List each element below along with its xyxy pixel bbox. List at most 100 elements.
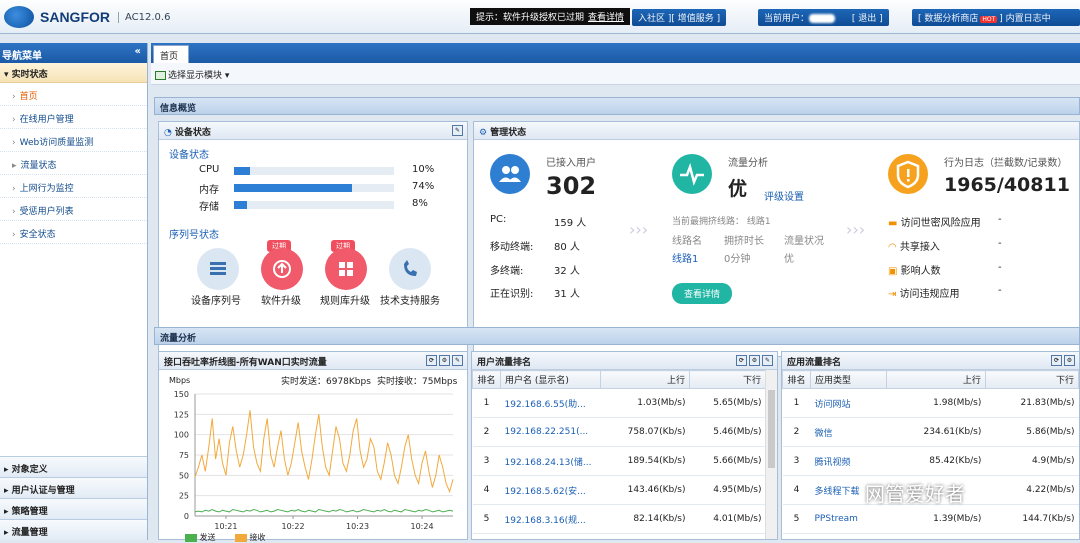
sidebar-item-punished-users[interactable]: › 受惩用户列表 [0,198,147,221]
collapse-icon[interactable]: « [135,46,141,57]
sidebar-item-home[interactable]: › 首页 [0,83,147,106]
wrench-icon[interactable]: ✎ [762,355,773,366]
tab-home[interactable]: 首页 [153,45,189,63]
name-cell[interactable]: 192.168.5.62(安... [500,475,601,505]
col-upload[interactable]: 上行 [600,370,690,389]
user-rank-row[interactable]: 4 192.168.5.62(安... 143.46(Kb/s) 4.95(Mb/s) [472,475,766,505]
wrench-icon[interactable]: ✎ [452,125,463,136]
data-store-link[interactable]: [ 数据分析商店 [918,14,978,24]
rules-upgrade-icon[interactable] [325,248,367,290]
name-cell[interactable]: 192.168.22.251(... [500,417,601,447]
upload-cell: 85.42(Kb/s) [886,446,986,476]
download-cell: 144.7(Kb/s) [985,504,1079,534]
user-rank-row[interactable]: 1 192.168.6.55(助... 1.03(Mb/s) 5.65(Mb/s) [472,388,766,418]
rules-upgrade-label: 规则库升级 [320,296,370,307]
section-realtime-status[interactable]: ▾ 实时状态 [0,63,147,83]
col-username[interactable]: 用户名 (显示名) [500,370,601,389]
line-name-header: 线路名 [672,236,702,247]
section-info: 信息概览 [154,97,1080,115]
name-cell[interactable]: 192.168.6.55(助... [500,388,601,418]
user-rank-table: 排名 用户名 (显示名) 上行 下行 1 192.168.6.55(助... 1.0… [472,370,767,534]
users-icon [490,154,530,194]
settings-icon[interactable]: ⚙ [749,355,760,366]
logout-link[interactable]: [ 退出 ] [852,14,883,24]
user-rank-row[interactable]: 2 192.168.22.251(... 758.07(Kb/s) 5.46(Mb/s… [472,417,766,447]
wrench-icon[interactable]: ✎ [452,355,463,366]
col-rank[interactable]: 排名 [472,370,501,389]
violation-value: - [998,285,1002,296]
sidebar-item-web-quality[interactable]: › Web访问质量监测 [0,129,147,152]
name-cell[interactable]: 192.168.24.13(储... [500,446,601,476]
name-cell[interactable]: PPStream [810,504,887,534]
support-icon[interactable] [389,248,431,290]
community-links-text[interactable]: 入社区 ][ 增值服务 ] [638,14,720,24]
software-upgrade-icon[interactable] [261,248,303,290]
group-object-definition[interactable]: ▸ 对象定义 [0,456,147,477]
app-rank-row[interactable]: 5 PPStream 1.39(Mb/s) 144.7(Kb/s) [782,504,1079,534]
settings-icon[interactable]: ⚙ [1064,355,1075,366]
name-cell[interactable]: 微信 [810,417,887,447]
group-policy[interactable]: ▸ 策略管理 [0,498,147,519]
sidebar-item-security[interactable]: › 安全状态 [0,221,147,244]
upload-cell: 82.14(Kb/s) [600,504,690,534]
identifying-value: 31 人 [554,289,580,300]
user-name-blurred [809,14,836,23]
y-tick-label: 0 [184,512,189,521]
risk-app-row: ▬ 访问世密风险应用 [888,214,981,229]
col-rank[interactable]: 排名 [782,370,811,389]
sidebar-item-traffic-status[interactable]: ▸ 流量状态 [0,152,147,175]
refresh-icon[interactable]: ⟳ [1051,355,1062,366]
notice-details-link[interactable]: 查看详情 [588,13,624,23]
settings-icon[interactable]: ⚙ [439,355,450,366]
app-rank-row[interactable]: 1 访问网站 1.98(Mb/s) 21.83(Mb/s) [782,388,1079,418]
module-icon [155,71,166,80]
identifying-label: 正在识别: [490,289,534,300]
app-rank-row[interactable]: 2 微信 234.61(Kb/s) 5.86(Mb/s) [782,417,1079,447]
chevron-right-icon: ››› [846,220,866,239]
group-user-auth[interactable]: ▸ 用户认证与管理 [0,477,147,498]
current-user-label: 当前用户： [764,14,810,24]
name-cell[interactable]: 腾讯视频 [810,446,887,476]
download-cell: 5.66(Mb/s) [689,446,766,476]
download-cell: 4.22(Mb/s) [985,475,1079,505]
serial-icon[interactable] [197,248,239,290]
refresh-icon[interactable]: ⟳ [736,355,747,366]
col-download[interactable]: 下行 [984,370,1080,389]
name-cell[interactable]: 192.168.3.16(规... [500,504,601,534]
legend-receive-swatch [235,533,247,542]
refresh-icon[interactable]: ⟳ [426,355,437,366]
view-details-button[interactable]: 查看详情 [672,283,733,304]
community-links[interactable]: 入社区 ][ 增值服务 ] [632,9,727,26]
mobile-label: 移动终端: [490,242,534,253]
col-upload[interactable]: 上行 [886,370,986,389]
sidebar-item-online-users[interactable]: › 在线用户管理 [0,106,147,129]
line-name-link[interactable]: 线路1 [672,250,698,265]
sidebar-item-behavior-monitor[interactable]: › 上网行为监控 [0,175,147,198]
y-tick-label: 75 [179,451,189,460]
select-module-dropdown[interactable]: 选择显示模块 ▾ [168,71,229,81]
download-cell: 21.83(Mb/s) [985,388,1079,418]
user-rank-scrollbar[interactable] [765,370,777,539]
app-rank-row[interactable]: 3 腾讯视频 85.42(Kb/s) 4.9(Mb/s) [782,446,1079,476]
store-links[interactable]: [ 数据分析商店 HOT] 内置日志中 [912,9,1080,26]
x-tick-label: 10:22 [282,522,305,531]
rank-cell: 2 [472,417,501,447]
col-app-type[interactable]: 应用类型 [810,370,887,389]
user-rank-row[interactable]: 3 192.168.24.13(储... 189.54(Kb/s) 5.66(Mb/s… [472,446,766,476]
legend-send-swatch [185,533,197,542]
users-count: 302 [546,172,597,200]
group-traffic[interactable]: ▸ 流量管理 [0,519,147,540]
grade-settings-link[interactable]: 评级设置 [764,188,804,203]
memory-bar-fill [234,184,353,192]
device-status-header: ◔ 设备状态 ✎ [159,122,467,140]
name-cell[interactable]: 访问网站 [810,388,887,418]
col-download[interactable]: 下行 [688,370,767,389]
chart-title: 接口吞吐率折线图-所有WAN口实时流量 [164,358,327,368]
scroll-thumb[interactable] [768,390,775,468]
chevron-right-icon: ››› [629,220,649,239]
user-rank-row[interactable]: 5 192.168.3.16(规... 82.14(Kb/s) 4.01(Mb/s) [472,504,766,534]
monitor-icon: ▣ [888,266,901,277]
legend-send: 发送 [185,532,216,543]
cpu-label: CPU [199,164,220,175]
builtin-log-link[interactable]: ] 内置日志中 [999,14,1050,24]
